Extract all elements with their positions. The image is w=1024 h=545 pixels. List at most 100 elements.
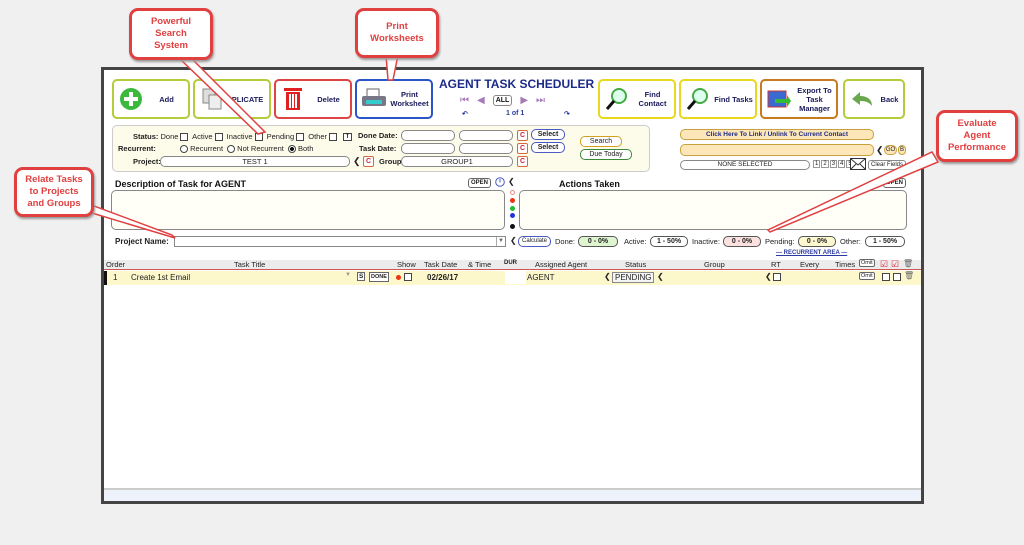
go-button[interactable]: GO <box>884 145 897 155</box>
col-group[interactable]: Group <box>704 260 725 269</box>
delete-button[interactable]: Delete <box>274 79 352 119</box>
pending-checkbox[interactable] <box>296 133 305 142</box>
trash-icon[interactable]: 🗑 <box>903 259 913 268</box>
page-2[interactable]: 2 <box>821 160 829 168</box>
chevron-left-icon[interactable]: ❮ <box>657 272 664 281</box>
color-dot-blue[interactable] <box>510 213 515 218</box>
chevron-left-icon[interactable]: ❮ <box>765 272 772 281</box>
color-dot-black[interactable] <box>510 224 515 229</box>
back-button[interactable]: Back <box>843 79 905 119</box>
group-field[interactable]: GROUP1 <box>401 156 513 167</box>
done-date-to[interactable] <box>459 130 513 141</box>
chevron-left-icon[interactable]: ❮ <box>876 145 884 156</box>
color-dot-green[interactable] <box>510 206 515 211</box>
selected-contact-field[interactable]: NONE SELECTED <box>680 160 810 170</box>
done-checkbox[interactable] <box>180 133 189 142</box>
check-all-icon[interactable]: ☑ <box>891 259 899 270</box>
row-date[interactable]: 02/26/17 <box>427 273 458 282</box>
all-button[interactable]: ALL <box>492 95 513 106</box>
not-recurrent-radio[interactable] <box>227 145 236 154</box>
first-record-icon[interactable]: ⏮ <box>460 95 469 106</box>
task-date-from[interactable] <box>401 143 455 154</box>
row-agent[interactable]: AGENT <box>527 273 555 282</box>
col-date[interactable]: Task Date <box>424 260 457 269</box>
col-rt[interactable]: RT <box>771 260 781 269</box>
done-date-from[interactable] <box>401 130 455 141</box>
rt-checkbox[interactable] <box>773 273 781 281</box>
clear-group-button[interactable]: C <box>517 156 528 167</box>
inactive-checkbox[interactable] <box>254 133 263 142</box>
due-today-button[interactable]: Due Today <box>580 149 632 160</box>
col-agent[interactable]: Assigned Agent <box>535 260 587 269</box>
duplicate-button[interactable]: PLICATE <box>193 79 271 119</box>
last-record-icon[interactable]: ⏭ <box>536 95 545 106</box>
color-dot-white[interactable] <box>510 190 515 195</box>
chevron-left-icon[interactable]: ❮ <box>353 156 361 167</box>
undo-icon[interactable]: ↶ <box>462 110 468 118</box>
chevron-left-icon[interactable]: ❮ <box>604 272 611 281</box>
find-tasks-button[interactable]: Find Tasks <box>679 79 757 119</box>
row-checkbox-2[interactable] <box>893 273 901 281</box>
row-status[interactable]: PENDING <box>612 272 655 283</box>
contact-field[interactable] <box>680 144 874 156</box>
add-button[interactable]: Add <box>112 79 190 119</box>
open-description-button[interactable]: OPEN <box>468 178 492 188</box>
col-status[interactable]: Status <box>625 260 646 269</box>
find-contact-button[interactable]: Find Contact <box>598 79 676 119</box>
redo-icon[interactable]: ↷ <box>564 110 570 118</box>
clear-done-date-button[interactable]: C <box>517 130 528 141</box>
prev-record-icon[interactable]: ◀ <box>477 95 485 106</box>
calculate-button[interactable]: Calculate <box>518 236 551 247</box>
print-worksheet-button[interactable]: Print Worksheet <box>355 79 433 119</box>
table-row[interactable]: 1 Create 1st Email ▼ S DONE 02/26/17 AGE… <box>104 271 921 285</box>
link-contact-button[interactable]: Click Here To Link / Unlink To Current C… <box>680 129 874 140</box>
description-textarea[interactable] <box>111 190 505 230</box>
s-button[interactable]: S <box>357 272 366 281</box>
col-times[interactable]: Times <box>835 260 855 269</box>
col-title[interactable]: Task Title <box>234 260 265 269</box>
active-checkbox[interactable] <box>214 133 223 142</box>
select-task-date-button[interactable]: Select <box>531 142 565 153</box>
both-radio[interactable] <box>287 145 296 154</box>
row-checkbox-1[interactable] <box>882 273 890 281</box>
chevron-left-icon[interactable]: ❮ <box>508 177 515 186</box>
row-dur[interactable] <box>505 271 526 284</box>
b-button[interactable]: B <box>898 145 906 155</box>
col-every[interactable]: Every <box>800 260 819 269</box>
done-button[interactable]: DONE <box>369 272 389 282</box>
check-all-icon[interactable]: ☑ <box>880 259 888 270</box>
col-dur[interactable]: DUR <box>504 260 517 266</box>
omit-all-button[interactable]: Omit <box>859 259 875 267</box>
dropdown-arrow-icon[interactable]: ▼ <box>345 272 351 278</box>
show-checkbox[interactable] <box>404 273 412 281</box>
export-button[interactable]: Export To Task Manager <box>760 79 838 119</box>
col-show[interactable]: Show <box>397 260 416 269</box>
actions-textarea[interactable] <box>519 190 907 230</box>
clear-task-date-button[interactable]: C <box>517 143 528 154</box>
search-button[interactable]: Search <box>580 136 622 147</box>
project-name-select[interactable]: ▼ <box>174 236 506 247</box>
task-date-to[interactable] <box>459 143 513 154</box>
dropdown-arrow-icon[interactable]: ▼ <box>496 237 505 246</box>
envelope-icon[interactable] <box>850 158 866 172</box>
page-1[interactable]: 1 <box>813 160 821 168</box>
other-checkbox[interactable] <box>329 133 337 142</box>
open-actions-button[interactable]: OPEN <box>883 178 907 188</box>
omit-button[interactable]: Omit <box>859 272 875 280</box>
trash-icon[interactable]: 🗑 <box>904 271 914 280</box>
project-field[interactable]: TEST 1 <box>160 156 350 167</box>
row-title[interactable]: Create 1st Email <box>131 273 190 282</box>
page-3[interactable]: 3 <box>829 160 838 168</box>
clear-fields-button[interactable]: Clear Fields <box>868 160 906 170</box>
t-button[interactable]: T <box>343 133 353 142</box>
clear-project-button[interactable]: C <box>363 156 374 167</box>
page-4[interactable]: 4 <box>838 160 846 168</box>
col-time[interactable]: & Time <box>468 260 491 269</box>
next-record-icon[interactable]: ▶ <box>520 95 528 106</box>
chevron-left-icon[interactable]: ❮ <box>510 236 517 245</box>
col-order[interactable]: Order <box>106 260 125 269</box>
select-done-date-button[interactable]: Select <box>531 129 565 140</box>
color-dot-red[interactable] <box>510 198 515 203</box>
recurrent-radio[interactable] <box>180 145 189 154</box>
power-icon[interactable] <box>495 177 505 189</box>
